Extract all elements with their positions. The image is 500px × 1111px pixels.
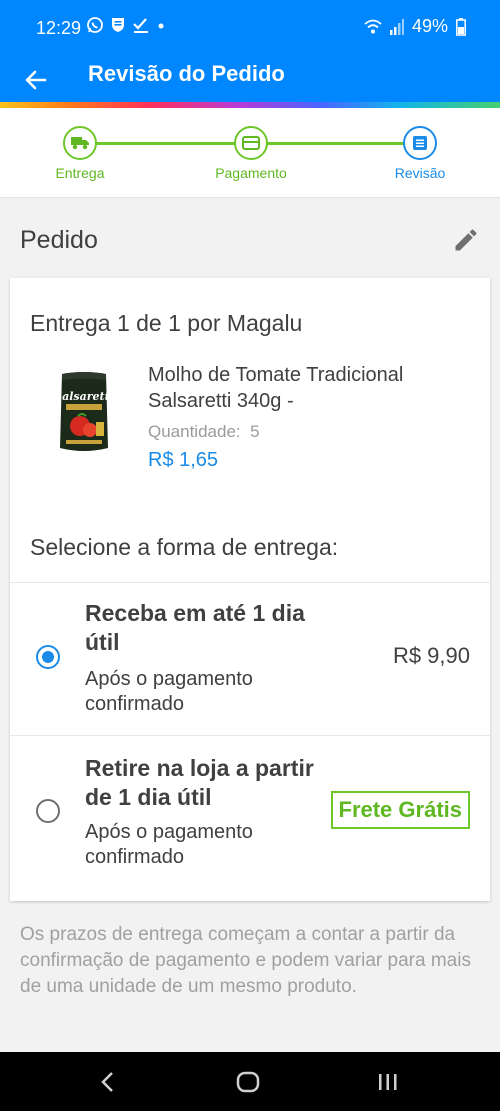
status-time: 12:29 <box>36 18 82 38</box>
edit-pencil-icon[interactable] <box>452 226 480 254</box>
card-icon <box>234 126 268 160</box>
system-status: 49% <box>364 16 466 37</box>
step-entrega[interactable]: Entrega <box>20 126 140 181</box>
section-title-pedido: Pedido <box>20 226 98 254</box>
product-image: Salsaretti <box>54 370 114 456</box>
quantity-label: Quantidade: <box>148 422 241 441</box>
step-pagamento[interactable]: Pagamento <box>191 126 311 181</box>
step-label: Entrega <box>55 165 105 181</box>
step-label: Revisão <box>394 165 446 181</box>
option-subtitle: Após o pagamento confirmado <box>85 668 253 715</box>
product-price: R$ 1,65 <box>148 449 219 471</box>
option-title: Receba em até 1 dia útil <box>85 600 305 655</box>
product-quantity: Quantidade: 5 <box>148 422 260 442</box>
step-revisao[interactable]: Revisão <box>360 126 480 181</box>
page-title: Revisão do Pedido <box>88 61 285 86</box>
list-icon <box>403 126 437 160</box>
system-nav-bar <box>0 1052 500 1111</box>
delivery-title: Entrega 1 de 1 por Magalu <box>30 310 303 336</box>
whatsapp-icon <box>87 17 103 33</box>
free-shipping-badge: Frete Grátis <box>330 791 470 829</box>
shield-icon <box>112 18 124 32</box>
dot-icon <box>158 23 164 29</box>
back-arrow-icon[interactable] <box>20 62 52 98</box>
nav-recents-icon[interactable] <box>372 1066 404 1098</box>
checklist-icon <box>133 18 148 33</box>
notification-icons <box>86 16 166 34</box>
nav-home-icon[interactable] <box>232 1066 264 1098</box>
battery-level: 49% <box>411 16 448 36</box>
shipping-select-title: Selecione a forma de entrega: <box>30 534 339 560</box>
wifi-icon <box>364 19 382 33</box>
checkout-stepper: Entrega Pagamento Revisão <box>0 108 500 198</box>
shipping-option-delivery[interactable]: Receba em até 1 dia útil Após o pagament… <box>10 582 490 735</box>
quantity-value: 5 <box>250 422 260 441</box>
radio-unselected[interactable] <box>36 799 60 823</box>
product-name: Molho de Tomate Tradicional Salsaretti 3… <box>148 364 404 412</box>
truck-icon <box>63 126 97 160</box>
order-card: Entrega 1 de 1 por Magalu Salsaretti Mol… <box>10 278 490 901</box>
option-price: R$ 9,90 <box>392 643 470 668</box>
svg-text:Salsaretti: Salsaretti <box>56 390 112 403</box>
step-label: Pagamento <box>215 165 287 181</box>
option-title: Retire na loja a partir de 1 dia útil <box>85 755 314 810</box>
radio-selected[interactable] <box>36 645 60 669</box>
shipping-option-pickup[interactable]: Retire na loja a partir de 1 dia útil Ap… <box>10 735 490 901</box>
status-bar: 12:29 49% <box>0 0 500 56</box>
option-subtitle: Após o pagamento confirmado <box>85 821 253 868</box>
nav-back-icon[interactable] <box>92 1066 124 1098</box>
delivery-disclaimer: Os prazos de entrega começam a contar a … <box>20 924 471 997</box>
app-bar: Revisão do Pedido <box>0 56 500 104</box>
signal-icon <box>389 18 404 35</box>
battery-icon <box>456 17 466 36</box>
